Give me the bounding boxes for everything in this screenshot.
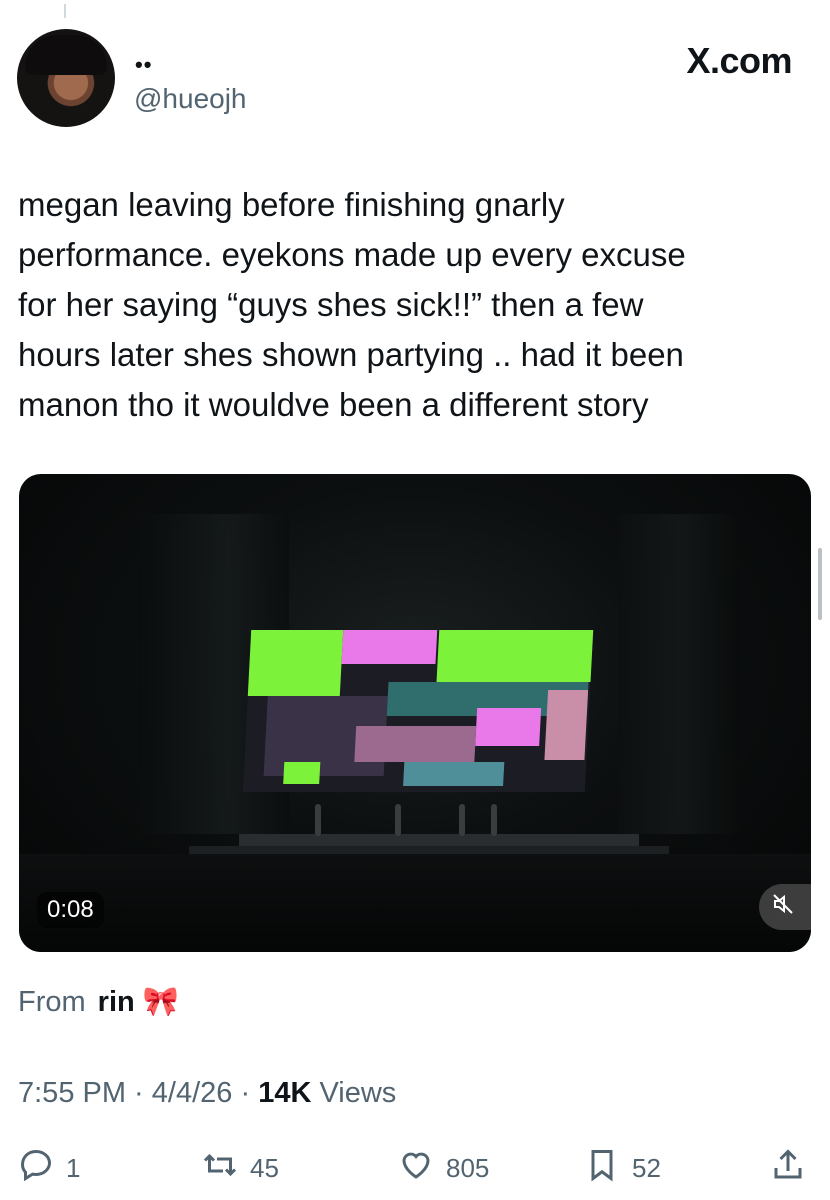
share-button[interactable] — [770, 1147, 818, 1190]
performer-figure — [491, 804, 497, 836]
display-name[interactable]: •• — [135, 52, 152, 78]
meta-separator: · — [126, 1077, 152, 1109]
bow-emoji: 🎀 — [142, 986, 179, 1018]
reply-button[interactable]: 1 — [18, 1147, 80, 1190]
thread-connector-line — [64, 4, 66, 18]
bookmark-button[interactable]: 52 — [584, 1147, 661, 1190]
user-handle[interactable]: @hueojh — [134, 83, 247, 115]
screen-block — [283, 762, 321, 784]
video-player[interactable]: 0:08 — [19, 474, 811, 952]
scrollbar[interactable] — [818, 548, 822, 620]
stage-curtain-right — [619, 514, 739, 834]
bookmark-count: 52 — [632, 1153, 661, 1183]
performer-figure — [459, 804, 465, 836]
attribution-name[interactable]: rin — [98, 986, 135, 1018]
performer-figure — [395, 804, 401, 836]
views-count: 14K — [258, 1077, 312, 1109]
heart-icon — [398, 1147, 446, 1190]
brand-watermark: X.com — [686, 40, 792, 81]
screen-block — [354, 726, 477, 762]
audience-crowd — [19, 854, 811, 952]
reply-icon — [18, 1147, 66, 1190]
performer-figure — [315, 804, 321, 836]
tweet-time[interactable]: 7:55 PM — [18, 1077, 126, 1109]
tweet-meta: 7:55 PM · 4/4/26 · 14K Views — [18, 1077, 396, 1110]
repost-icon — [202, 1147, 250, 1190]
video-attribution[interactable]: From rin 🎀 — [18, 985, 179, 1019]
like-button[interactable]: 805 — [398, 1147, 489, 1190]
repost-button[interactable]: 45 — [202, 1147, 279, 1190]
like-count: 805 — [446, 1153, 490, 1183]
meta-separator: · — [232, 1077, 259, 1109]
reply-count: 1 — [66, 1153, 81, 1183]
screen-block — [436, 630, 594, 682]
screen-block — [475, 708, 542, 746]
stage-screen — [242, 630, 594, 792]
avatar-hair — [25, 35, 107, 75]
action-bar: 1 45 805 52 — [18, 1147, 818, 1187]
screen-block — [341, 630, 438, 664]
repost-count: 45 — [250, 1153, 279, 1183]
attribution-prefix: From — [18, 986, 86, 1018]
bookmark-icon — [584, 1147, 632, 1190]
tweet-date[interactable]: 4/4/26 — [152, 1077, 233, 1109]
screen-block — [247, 630, 344, 696]
screen-block — [544, 690, 589, 760]
views-label: Views — [311, 1077, 397, 1109]
video-time-badge: 0:08 — [37, 892, 104, 928]
avatar[interactable] — [17, 29, 115, 127]
screen-block — [403, 762, 505, 786]
share-icon — [770, 1147, 818, 1190]
mute-button[interactable] — [759, 884, 811, 930]
tweet-text: megan leaving before finishing gnarly pe… — [18, 186, 686, 423]
muted-speaker-icon — [771, 892, 795, 922]
